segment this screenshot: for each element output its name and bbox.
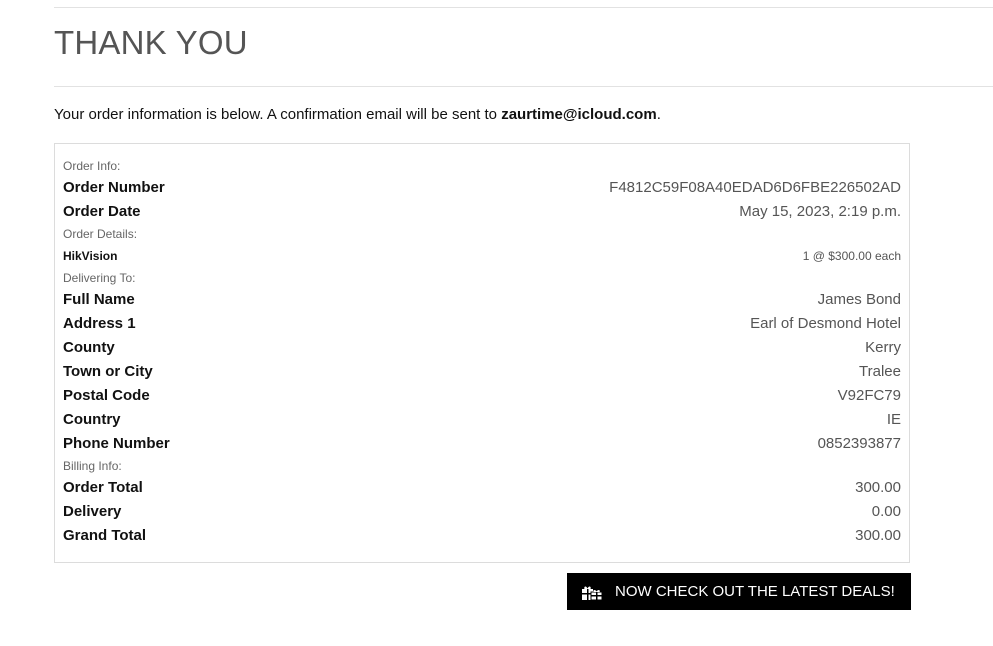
delivery-cost-row: Delivery 0.00 xyxy=(63,500,901,524)
grand-total-value: 300.00 xyxy=(855,527,901,544)
order-info-label: Order Info: xyxy=(63,159,121,173)
postal-code-label: Postal Code xyxy=(63,387,150,404)
order-number-label: Order Number xyxy=(63,179,165,196)
order-total-value: 300.00 xyxy=(855,479,901,496)
page-title: THANK YOU xyxy=(54,24,248,61)
address1-label: Address 1 xyxy=(63,315,136,332)
county-label: County xyxy=(63,339,115,356)
county-row: County Kerry xyxy=(63,336,901,360)
address1-value: Earl of Desmond Hotel xyxy=(750,315,901,332)
order-item-row: HikVision 1 @ $300.00 each xyxy=(63,244,901,268)
phone-number-row: Phone Number 0852393877 xyxy=(63,432,901,456)
country-value: IE xyxy=(886,411,901,428)
order-date-value: May 15, 2023, 2:19 p.m. xyxy=(739,203,901,220)
address1-row: Address 1 Earl of Desmond Hotel xyxy=(63,312,901,336)
town-label: Town or City xyxy=(63,363,153,380)
latest-deals-button[interactable]: NOW CHECK OUT THE LATEST DEALS! xyxy=(567,573,911,610)
town-value: Tralee xyxy=(859,363,901,380)
order-number-row: Order Number F4812C59F08A40EDAD6D6FBE226… xyxy=(63,176,901,200)
full-name-label: Full Name xyxy=(63,291,135,308)
title-divider xyxy=(54,86,993,87)
order-date-row: Order Date May 15, 2023, 2:19 p.m. xyxy=(63,200,901,224)
latest-deals-label: NOW CHECK OUT THE LATEST DEALS! xyxy=(615,583,895,600)
confirmation-email: zaurtime@icloud.com xyxy=(501,106,657,123)
postal-code-value: V92FC79 xyxy=(837,387,901,404)
full-name-value: James Bond xyxy=(817,291,901,308)
town-row: Town or City Tralee xyxy=(63,360,901,384)
billing-info-label: Billing Info: xyxy=(63,459,122,473)
order-summary: Order Info: Order Number F4812C59F08A40E… xyxy=(54,143,910,563)
gifts-icon xyxy=(581,583,603,601)
country-label: Country xyxy=(63,411,121,428)
order-total-label: Order Total xyxy=(63,479,143,496)
postal-code-row: Postal Code V92FC79 xyxy=(63,384,901,408)
intro-suffix: . xyxy=(656,106,661,123)
delivering-to-label: Delivering To: xyxy=(63,271,136,285)
order-item-qty-price: 1 @ $300.00 each xyxy=(802,249,901,263)
phone-number-value: 0852393877 xyxy=(817,435,901,452)
order-details-label: Order Details: xyxy=(63,227,138,241)
order-date-label: Order Date xyxy=(63,203,141,220)
top-divider xyxy=(54,7,993,8)
order-number-value: F4812C59F08A40EDAD6D6FBE226502AD xyxy=(609,179,901,196)
phone-number-label: Phone Number xyxy=(63,435,170,452)
confirmation-message: Your order information is below. A confi… xyxy=(54,105,661,125)
grand-total-row: Grand Total 300.00 xyxy=(63,524,901,548)
order-total-row: Order Total 300.00 xyxy=(63,476,901,500)
country-row: Country IE xyxy=(63,408,901,432)
order-item-name: HikVision xyxy=(63,249,118,263)
intro-text: Your order information is below. A confi… xyxy=(54,106,502,123)
delivery-cost-value: 0.00 xyxy=(871,503,901,520)
delivery-cost-label: Delivery xyxy=(63,503,122,520)
full-name-row: Full Name James Bond xyxy=(63,288,901,312)
county-value: Kerry xyxy=(865,339,901,356)
grand-total-label: Grand Total xyxy=(63,527,147,544)
